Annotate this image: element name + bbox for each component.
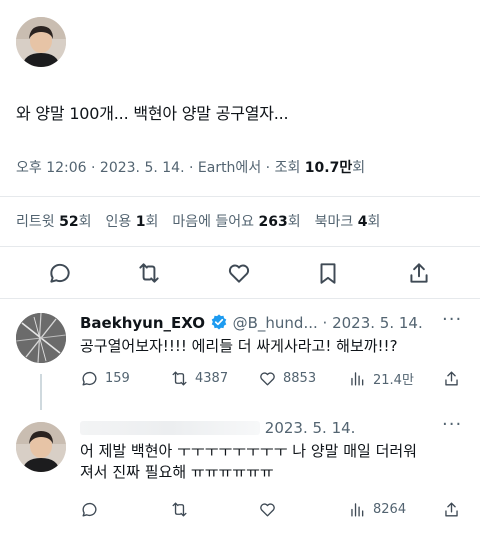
reply2-header: 2023. 5. 14. bbox=[80, 418, 355, 438]
tweet-source: Earth에서 bbox=[197, 160, 262, 176]
retweet-icon bbox=[172, 502, 187, 517]
share-icon[interactable] bbox=[406, 260, 432, 286]
tweet-text: 와 양말 100개... 백현아 양말 공구열자... bbox=[16, 104, 289, 123]
reply2-author-redacted bbox=[80, 421, 260, 435]
views-count: 10.7만 bbox=[304, 160, 353, 176]
reply-avatar-baekhyun[interactable] bbox=[16, 313, 66, 363]
reply-avatar-image bbox=[16, 313, 66, 363]
reply2-reply-button[interactable] bbox=[80, 500, 105, 519]
reply-like-button[interactable]: 8853 bbox=[258, 369, 316, 388]
reply2-view-count: 8264 bbox=[373, 502, 407, 517]
author-avatar[interactable] bbox=[16, 17, 66, 67]
thread-connector-line bbox=[40, 374, 42, 410]
views-icon bbox=[351, 372, 364, 386]
reply-icon bbox=[82, 371, 97, 386]
heart-icon[interactable] bbox=[226, 260, 252, 286]
reply2-like-button[interactable] bbox=[258, 500, 283, 519]
reply2-retweet-button[interactable] bbox=[170, 500, 195, 519]
reply-header: Baekhyun_EXO @B_hund... · 2023. 5. 14. bbox=[80, 313, 423, 333]
reply-author-handle[interactable]: @B_hund... bbox=[233, 314, 318, 332]
stat-bookmarks-suffix: 회 bbox=[367, 214, 381, 230]
reply-icon bbox=[82, 502, 97, 517]
reply-icon[interactable] bbox=[47, 260, 73, 286]
stat-quotes-suffix: 회 bbox=[145, 214, 159, 230]
retweet-icon bbox=[172, 371, 187, 386]
reply2-text-line1: 어 제발 백현아 ㅜㅜㅜㅜㅜㅜㅜㅜ 나 양말 매일 더러워 bbox=[80, 442, 417, 460]
heart-icon bbox=[260, 372, 275, 386]
tweet-time[interactable]: 오후 12:06 bbox=[16, 160, 87, 176]
stat-quotes-label: 인용 bbox=[105, 214, 132, 230]
share-icon bbox=[445, 502, 458, 517]
reply-reply-button[interactable]: 159 bbox=[80, 369, 130, 388]
reply2-text-line2: 져서 진짜 필요해 ㅠㅠㅠㅠㅠㅠ bbox=[80, 463, 274, 481]
reply2-date[interactable]: 2023. 5. 14. bbox=[265, 419, 356, 437]
stat-retweets-label: 리트윗 bbox=[16, 214, 55, 230]
stat-likes[interactable]: 마음에 들어요 263회 bbox=[172, 212, 300, 232]
reply-avatar-user[interactable] bbox=[16, 422, 66, 472]
stat-likes-suffix: 회 bbox=[287, 214, 301, 230]
retweet-icon[interactable] bbox=[136, 260, 162, 286]
reply-retweet-button[interactable]: 4387 bbox=[170, 369, 228, 388]
stat-quotes-value: 1 bbox=[135, 214, 146, 230]
reply-author-name[interactable]: Baekhyun_EXO bbox=[80, 314, 205, 332]
reply-reply-count: 159 bbox=[105, 371, 130, 386]
reply2-share-button[interactable] bbox=[442, 500, 461, 519]
share-icon bbox=[445, 371, 458, 386]
stat-retweets-suffix: 회 bbox=[78, 214, 92, 230]
reply2-views-button[interactable]: 8264 bbox=[348, 500, 406, 519]
reply-view-count: 21.4만 bbox=[373, 373, 414, 388]
reply2-action-bar: 8264 bbox=[80, 500, 470, 522]
stat-quotes[interactable]: 인용 1회 bbox=[105, 212, 158, 232]
reply-text: 공구열어보자!!!! 에리들 더 싸게사라고! 해보까!!? bbox=[80, 337, 398, 355]
tweet-action-bar bbox=[0, 256, 480, 292]
reply-more-button[interactable]: ··· bbox=[442, 309, 462, 330]
reply-date[interactable]: · 2023. 5. 14. bbox=[323, 314, 423, 332]
stat-retweets-value: 52 bbox=[59, 214, 79, 230]
heart-icon bbox=[260, 503, 275, 517]
stat-likes-value: 263 bbox=[258, 214, 288, 230]
tweet-meta: 오후 12:06 · 2023. 5. 14. · Earth에서 · 조회 1… bbox=[16, 160, 366, 176]
bookmark-icon[interactable] bbox=[315, 260, 341, 286]
stat-bookmarks-label: 북마크 bbox=[314, 214, 354, 230]
reply-share-button[interactable] bbox=[442, 369, 461, 388]
reply-views-button[interactable]: 21.4만 bbox=[348, 369, 414, 388]
views-label: 조회 bbox=[274, 160, 301, 176]
views-icon bbox=[351, 503, 364, 517]
reply-avatar-user-image bbox=[16, 422, 66, 472]
reply2-more-button[interactable]: ··· bbox=[442, 414, 462, 435]
reply-action-bar: 159 4387 8853 21.4만 bbox=[80, 369, 470, 391]
reply2-text: 어 제발 백현아 ㅜㅜㅜㅜㅜㅜㅜㅜ 나 양말 매일 더러워 져서 진짜 필요해 … bbox=[80, 441, 470, 483]
tweet-stats: 리트윗 52회 인용 1회 마음에 들어요 263회 북마크 4회 bbox=[16, 212, 380, 232]
divider-stats bbox=[0, 246, 480, 247]
tweet-date[interactable]: 2023. 5. 14. bbox=[100, 160, 185, 176]
stat-bookmarks[interactable]: 북마크 4회 bbox=[315, 212, 381, 232]
reply-retweet-count: 4387 bbox=[195, 371, 229, 386]
stat-likes-label: 마음에 들어요 bbox=[172, 214, 255, 230]
stat-retweets[interactable]: 리트윗 52회 bbox=[16, 212, 91, 232]
author-avatar-image bbox=[16, 17, 66, 67]
reply-like-count: 8853 bbox=[283, 371, 317, 386]
verified-badge-icon bbox=[210, 313, 228, 331]
divider-top bbox=[0, 196, 480, 197]
views-suffix: 회 bbox=[352, 160, 366, 176]
divider-replies bbox=[0, 298, 480, 299]
